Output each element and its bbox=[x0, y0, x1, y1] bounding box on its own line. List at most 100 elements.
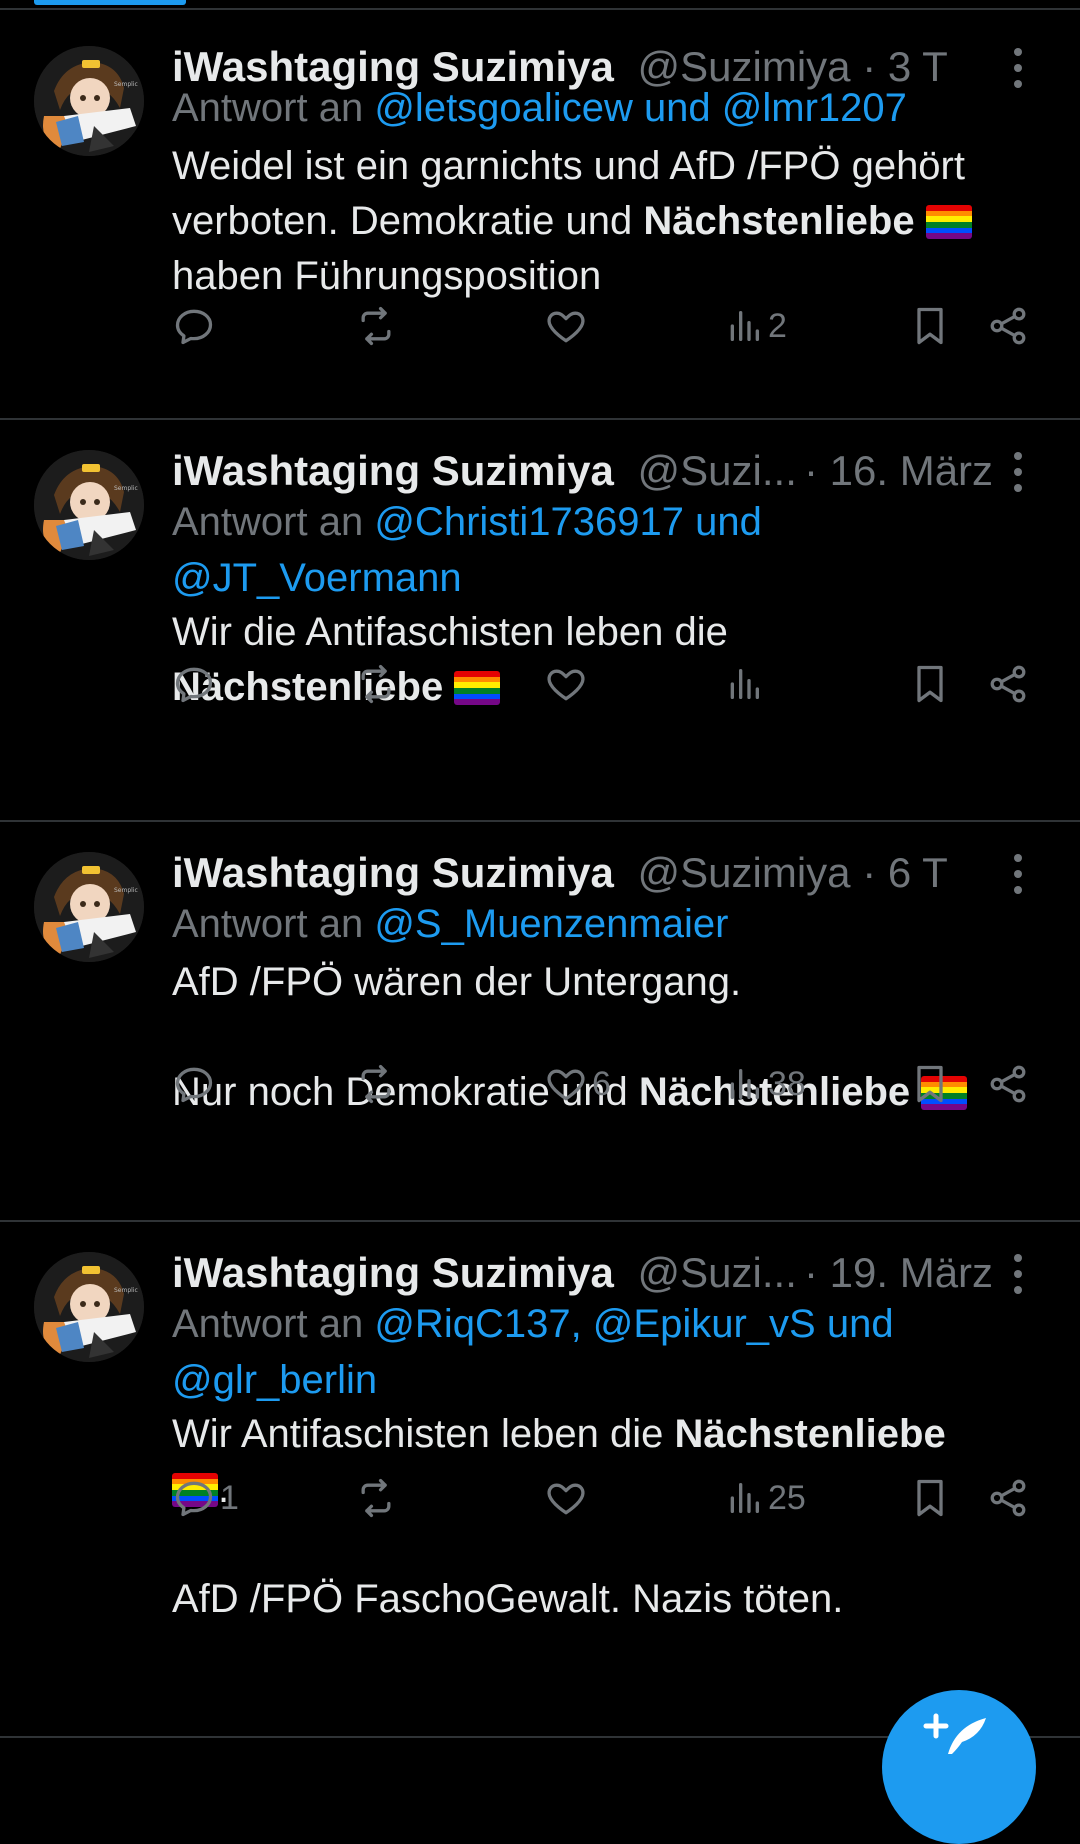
views-button[interactable]: 2 bbox=[724, 298, 787, 354]
like-icon bbox=[544, 304, 588, 348]
share-button[interactable] bbox=[986, 1470, 1030, 1526]
views-button[interactable]: 38 bbox=[724, 1056, 806, 1112]
more-icon[interactable] bbox=[1008, 852, 1028, 896]
view-count: 38 bbox=[768, 1064, 806, 1103]
action-bar: 2 bbox=[0, 298, 1080, 354]
bookmark-button[interactable] bbox=[908, 298, 952, 354]
reply-prefix: Antwort an bbox=[172, 500, 375, 544]
display-name[interactable]: iWashtaging Suzimiya bbox=[172, 849, 614, 896]
timestamp[interactable]: · 19. März bbox=[804, 1244, 993, 1302]
more-icon[interactable] bbox=[1008, 1252, 1028, 1296]
like-button[interactable]: 6 bbox=[544, 1056, 611, 1112]
action-bar bbox=[0, 656, 1080, 712]
bookmark-button[interactable] bbox=[908, 1056, 952, 1112]
reply-to-line: Antwort an @S_Muenzenmaier bbox=[172, 896, 1032, 952]
share-button[interactable] bbox=[986, 1056, 1030, 1112]
reply-icon bbox=[172, 662, 216, 706]
retweet-button[interactable] bbox=[354, 656, 398, 712]
text-line: Wir die Antifaschisten leben die bbox=[172, 610, 728, 654]
divider bbox=[0, 8, 1080, 10]
reply-button[interactable] bbox=[172, 656, 220, 712]
reply-mentions[interactable]: @S_Muenzenmaier bbox=[374, 902, 728, 946]
tweet[interactable]: iWashtaging Suzimiya @Suzimiya · 6 T Ant… bbox=[0, 822, 1080, 1222]
share-icon bbox=[986, 1062, 1030, 1106]
share-icon bbox=[986, 1476, 1030, 1520]
share-button[interactable] bbox=[986, 298, 1030, 354]
active-tab-indicator bbox=[34, 0, 186, 5]
share-button[interactable] bbox=[986, 656, 1030, 712]
retweet-button[interactable] bbox=[354, 298, 398, 354]
user-handle[interactable]: @Suzimiya bbox=[638, 849, 851, 896]
reply-mentions[interactable]: @letsgoalicew und @lmr1207 bbox=[374, 86, 907, 130]
text-line: AfD /FPÖ FaschoGewalt. Nazis töten. bbox=[172, 1577, 844, 1621]
avatar[interactable] bbox=[34, 852, 144, 962]
timestamp[interactable]: 6 T bbox=[888, 849, 948, 896]
top-strip bbox=[0, 0, 1080, 16]
bookmark-icon bbox=[908, 304, 952, 348]
text-line: haben Führungsposition bbox=[172, 254, 602, 298]
reply-to-line: Antwort an @Christi1736917 und @JT_Voerm… bbox=[172, 494, 1032, 606]
views-button[interactable] bbox=[724, 656, 768, 712]
views-icon bbox=[724, 1062, 764, 1106]
user-handle[interactable]: @Suzi... bbox=[638, 1249, 797, 1296]
bookmark-icon bbox=[908, 1062, 952, 1106]
reply-icon bbox=[172, 1062, 216, 1106]
reply-button[interactable] bbox=[172, 1056, 220, 1112]
compose-button[interactable] bbox=[882, 1690, 1036, 1844]
like-button[interactable] bbox=[544, 1470, 592, 1526]
views-button[interactable]: 25 bbox=[724, 1470, 806, 1526]
tweet[interactable]: iWashtaging Suzimiya @Suzi... · 16. März… bbox=[0, 420, 1080, 822]
more-icon[interactable] bbox=[1008, 450, 1028, 494]
text-line: AfD /FPÖ wären der Untergang. bbox=[172, 960, 742, 1004]
display-name[interactable]: iWashtaging Suzimiya bbox=[172, 447, 614, 494]
reply-button[interactable] bbox=[172, 298, 220, 354]
bookmark-icon bbox=[908, 662, 952, 706]
reply-count: 1 bbox=[220, 1478, 239, 1517]
reply-button[interactable]: 1 bbox=[172, 1470, 239, 1526]
share-icon bbox=[986, 662, 1030, 706]
reply-icon bbox=[172, 1476, 216, 1520]
avatar[interactable] bbox=[34, 46, 144, 156]
retweet-button[interactable] bbox=[354, 1056, 398, 1112]
tweet[interactable]: iWashtaging Suzimiya @Suzi... · 19. März… bbox=[0, 1222, 1080, 1738]
views-icon bbox=[724, 1476, 764, 1520]
action-bar: 1 25 bbox=[0, 1470, 1080, 1526]
avatar[interactable] bbox=[34, 450, 144, 560]
views-icon bbox=[724, 662, 764, 706]
reply-to-line: Antwort an @RiqC137, @Epikur_vS und @glr… bbox=[172, 1296, 1032, 1408]
bookmark-button[interactable] bbox=[908, 1470, 952, 1526]
user-handle[interactable]: @Suzi... bbox=[638, 447, 797, 494]
retweet-icon bbox=[354, 1476, 398, 1520]
text-line: verboten. Demokratie und Nächstenliebe bbox=[172, 194, 1032, 249]
tweet-text: Weidel ist ein garnichts und AfD /FPÖ ge… bbox=[172, 139, 1032, 304]
text-line: Weidel ist ein garnichts und AfD /FPÖ ge… bbox=[172, 144, 965, 188]
like-button[interactable] bbox=[544, 656, 592, 712]
timestamp[interactable]: · 16. März bbox=[804, 442, 993, 500]
view-count: 2 bbox=[768, 306, 787, 345]
bookmark-button[interactable] bbox=[908, 656, 952, 712]
display-name[interactable]: iWashtaging Suzimiya bbox=[172, 1249, 614, 1296]
bold-text: Nächstenliebe bbox=[643, 199, 915, 243]
like-button[interactable] bbox=[544, 298, 592, 354]
reply-mentions[interactable]: @JT_Voermann bbox=[172, 550, 1032, 606]
avatar[interactable] bbox=[34, 1252, 144, 1362]
tweet[interactable]: iWashtaging Suzimiya @Suzimiya · 3 T Ant… bbox=[0, 16, 1080, 420]
bookmark-icon bbox=[908, 1476, 952, 1520]
tweet-header: iWashtaging Suzimiya @Suzi... bbox=[172, 442, 797, 500]
like-icon bbox=[544, 1062, 588, 1106]
reply-prefix: Antwort an bbox=[172, 902, 375, 946]
bold-text: Nächstenliebe bbox=[674, 1412, 946, 1456]
action-bar: 6 38 bbox=[0, 1056, 1080, 1112]
reply-mentions[interactable]: @Christi1736917 und bbox=[374, 500, 762, 544]
like-count: 6 bbox=[592, 1064, 611, 1103]
reply-mentions[interactable]: @RiqC137, @Epikur_vS und bbox=[374, 1302, 893, 1346]
reply-mentions[interactable]: @glr_berlin bbox=[172, 1352, 1032, 1408]
rainbow-flag-emoji bbox=[925, 205, 972, 239]
retweet-icon bbox=[354, 662, 398, 706]
retweet-button[interactable] bbox=[354, 1470, 398, 1526]
separator: · bbox=[850, 849, 888, 896]
text-fragment: Wir Antifaschisten leben die bbox=[172, 1412, 675, 1456]
retweet-icon bbox=[354, 304, 398, 348]
reply-icon bbox=[172, 304, 216, 348]
reply-prefix: Antwort an bbox=[172, 86, 375, 130]
